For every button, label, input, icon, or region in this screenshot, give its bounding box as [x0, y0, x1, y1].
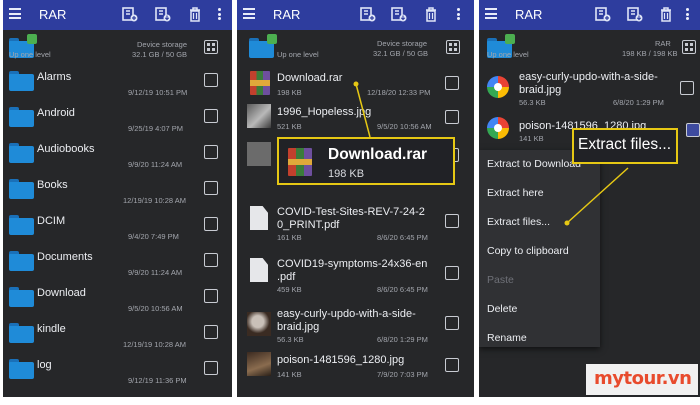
leader-line-download [355, 83, 371, 138]
leader-line-extract [566, 167, 629, 224]
leader-dot-extract [564, 220, 570, 226]
brand-text: mytour.vn [594, 368, 692, 389]
screenshot-stage: RAR Up one level Device storage 32.1 GB … [0, 0, 700, 405]
leader-lines [353, 81, 629, 226]
brand-logo: mytour.vn [586, 364, 698, 395]
leader-dot-download [353, 81, 359, 87]
